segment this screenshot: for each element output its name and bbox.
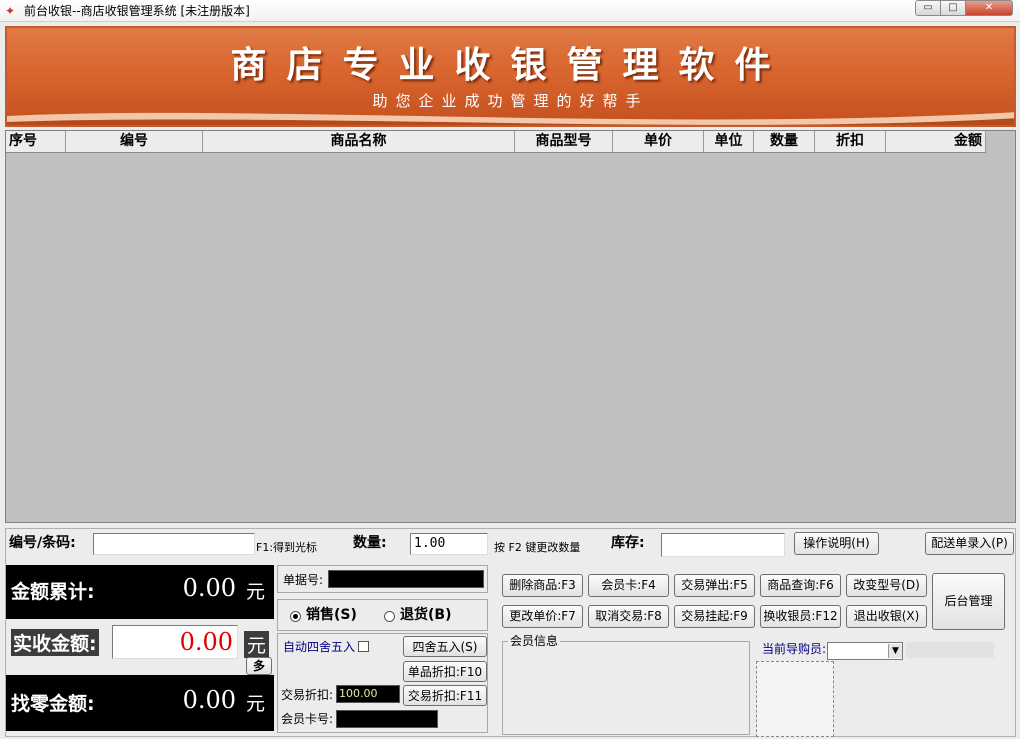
switch-cashier-button[interactable]: 换收银员:F12 [760, 605, 841, 628]
paid-unit: 元 [244, 631, 270, 658]
banner-title: 商店专业收银管理软件 [230, 44, 791, 86]
column-header-unit[interactable]: 单位 [704, 131, 754, 152]
banner-subtitle: 助您企业成功管理的好帮手 [372, 92, 649, 110]
trade-discount-field[interactable]: 100.00 [336, 685, 400, 703]
auto-round-checkbox[interactable] [358, 641, 369, 652]
item-discount-button[interactable]: 单品折扣:F10 [403, 661, 487, 682]
member-card-label: 会员卡号: [281, 712, 334, 726]
suspend-trade-button[interactable]: 交易挂起:F9 [674, 605, 755, 628]
sale-label[interactable]: 销售(S) [306, 607, 357, 623]
paid-label: 实收金额: [11, 629, 99, 656]
sum-value: 0.00 [182, 574, 236, 602]
barcode-input[interactable] [93, 533, 255, 555]
receipt-number-field[interactable] [328, 570, 484, 588]
receipt-label: 单据号: [283, 573, 324, 587]
grid-header: 序号 编号 商品名称 商品型号 单价 单位 数量 折扣 金额 [6, 131, 986, 153]
change-unit: 元 [246, 693, 266, 715]
change-label: 找零金额: [11, 693, 95, 715]
multi-pay-button[interactable]: 多 [246, 657, 272, 675]
column-header-index[interactable]: 序号 [6, 131, 66, 152]
guide-label: 当前导购员: [762, 642, 827, 656]
guide-info-bar [906, 642, 994, 658]
exit-cashier-button[interactable]: 退出收银(X) [846, 605, 927, 628]
product-search-button[interactable]: 商品查询:F6 [760, 574, 841, 597]
checkout-panel: 编号/条码: F1:得到光标 数量: 1.00 按 F2 键更改数量 库存: 操… [5, 528, 1016, 737]
f2-hint: 按 F2 键更改数量 [494, 541, 581, 554]
product-grid[interactable]: 序号 编号 商品名称 商品型号 单价 单位 数量 折扣 金额 [5, 130, 1016, 523]
sum-label: 金额累计: [11, 581, 95, 603]
backend-button[interactable]: 后台管理 [932, 573, 1005, 630]
cancel-trade-button[interactable]: 取消交易:F8 [588, 605, 669, 628]
quantity-label: 数量: [353, 535, 387, 551]
chevron-down-icon[interactable]: ▼ [888, 644, 902, 658]
minimize-button[interactable]: ▭ [915, 0, 941, 16]
paid-amount-input[interactable]: 0.00 [112, 625, 238, 659]
member-card-field[interactable] [336, 710, 438, 728]
sum-unit: 元 [246, 581, 266, 603]
sale-radio[interactable] [290, 611, 301, 622]
barcode-label: 编号/条码: [9, 535, 76, 551]
quantity-input[interactable]: 1.00 [410, 533, 488, 555]
column-header-discount[interactable]: 折扣 [815, 131, 886, 152]
column-header-amount[interactable]: 金额 [886, 131, 986, 152]
banner: 商店专业收银管理软件 助您企业成功管理的好帮手 [5, 26, 1016, 127]
close-button[interactable]: ✕ [965, 0, 1013, 16]
stock-input[interactable] [661, 533, 785, 557]
help-button[interactable]: 操作说明(H) [794, 532, 879, 555]
trade-discount-label: 交易折扣: [281, 688, 334, 702]
totals-panel: 金额累计: 0.00 元 实收金额: 0.00 元 多 找零金额: 0.00 元 [6, 565, 274, 731]
app-icon: ✦ [5, 4, 16, 18]
stock-label: 库存: [611, 535, 645, 551]
change-price-button[interactable]: 更改单价:F7 [502, 605, 583, 628]
maximize-button[interactable]: □ [940, 0, 966, 16]
auto-round-label: 自动四舍五入 [283, 640, 356, 654]
member-card-button[interactable]: 会员卡:F4 [588, 574, 669, 597]
return-radio[interactable] [384, 611, 395, 622]
member-info-frame [502, 641, 750, 735]
member-info-label: 会员信息 [508, 633, 561, 649]
change-value: 0.00 [182, 686, 236, 714]
round-button[interactable]: 四舍五入(S) [403, 636, 487, 657]
column-header-model[interactable]: 商品型号 [515, 131, 613, 152]
column-header-price[interactable]: 单价 [613, 131, 704, 152]
column-header-code[interactable]: 编号 [66, 131, 203, 152]
window-title: 前台收银--商店收银管理系统 [未注册版本] [24, 4, 250, 18]
column-header-name[interactable]: 商品名称 [203, 131, 515, 152]
change-model-button[interactable]: 改变型号(D) [846, 574, 927, 597]
f1-hint: F1:得到光标 [256, 541, 318, 554]
guide-select[interactable]: ▼ [827, 642, 903, 660]
trade-discount-button[interactable]: 交易折扣:F11 [403, 685, 487, 706]
delivery-entry-button[interactable]: 配送单录入(P) [925, 532, 1014, 555]
column-header-qty[interactable]: 数量 [754, 131, 815, 152]
delete-item-button[interactable]: 删除商品:F3 [502, 574, 583, 597]
guide-photo [756, 661, 834, 737]
trade-popup-button[interactable]: 交易弹出:F5 [674, 574, 755, 597]
return-label[interactable]: 退货(B) [400, 607, 451, 623]
title-bar: ✦ 前台收银--商店收银管理系统 [未注册版本] ▭ □ ✕ [0, 0, 1020, 22]
